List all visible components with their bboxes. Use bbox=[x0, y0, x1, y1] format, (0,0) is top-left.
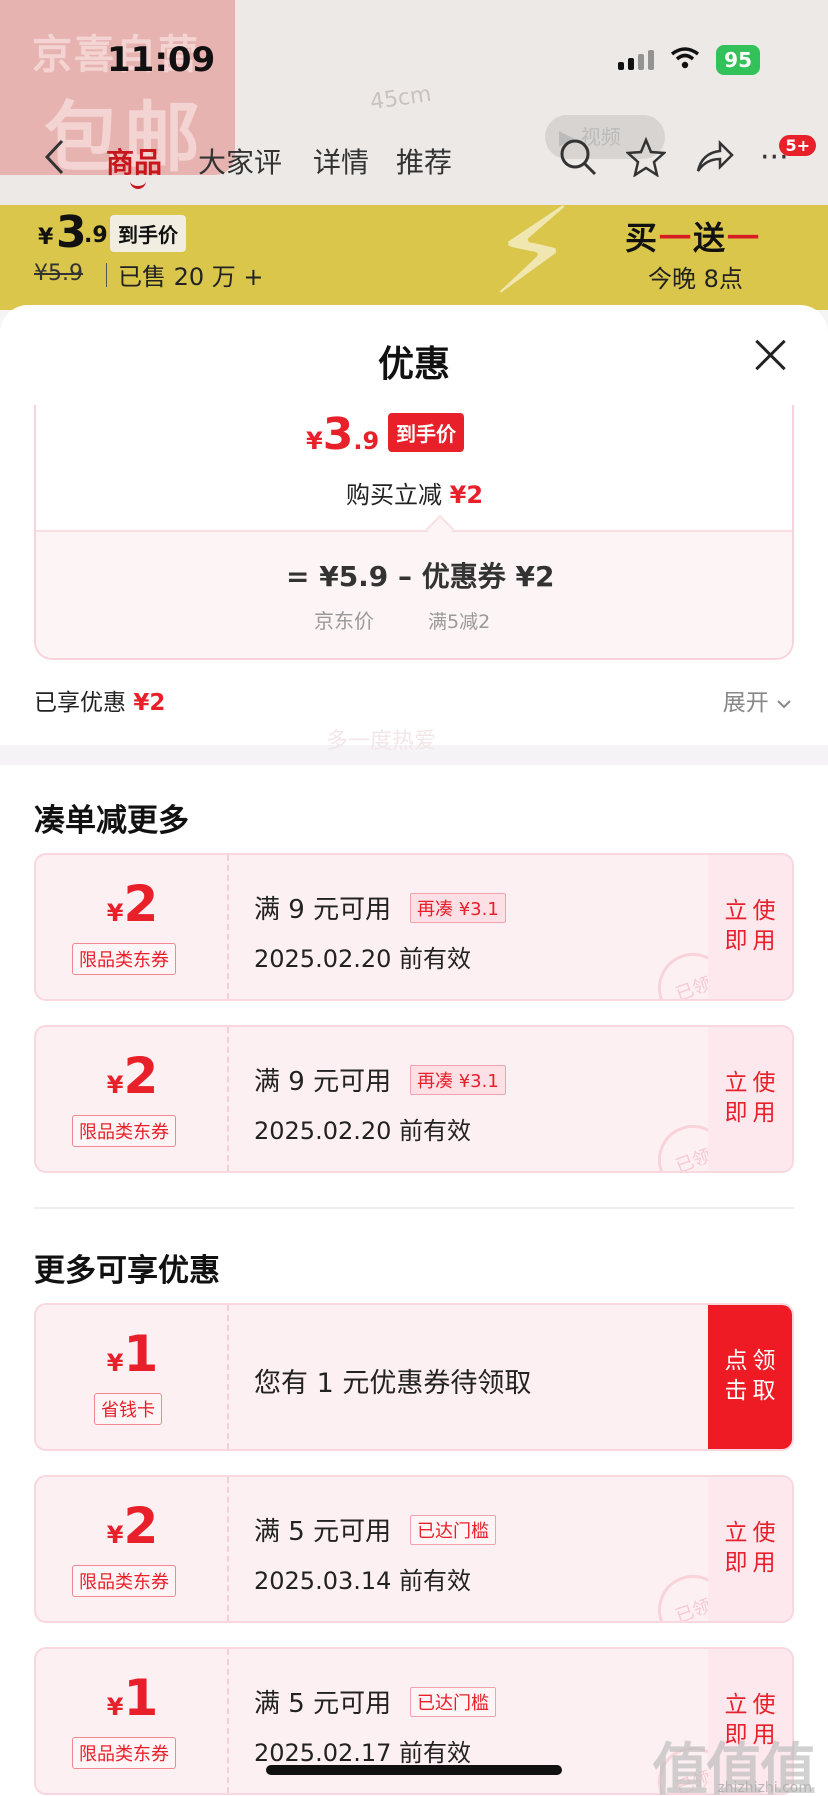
coupon-type-badge: 省钱卡 bbox=[94, 1393, 162, 1425]
coupon-expiry: 2025.02.20 前有效 bbox=[254, 1117, 472, 1145]
coupon-rule-label: 满5减2 bbox=[428, 611, 491, 633]
site-watermark-url: zhizhizhi.com bbox=[717, 1780, 812, 1796]
coupon-expiry: 2025.02.20 前有效 bbox=[254, 945, 472, 973]
watermark-text: 多一度热爱 bbox=[326, 729, 437, 754]
tab-reviews[interactable]: 大家评 bbox=[198, 141, 282, 181]
chevron-down-icon bbox=[776, 690, 792, 716]
use-now-button[interactable]: 立即 使用 bbox=[708, 855, 792, 999]
enjoyed-discount: 已享优惠 ¥2 bbox=[34, 690, 166, 716]
coupon-amount-panel: ¥2 限品类东券 bbox=[36, 855, 229, 999]
coupon-type-badge: 限品类东券 bbox=[72, 1737, 176, 1769]
promo-price-tag: 到手价 bbox=[110, 215, 186, 252]
jd-price-label: 京东价 bbox=[314, 609, 374, 633]
tab-product[interactable]: 商品 bbox=[106, 141, 162, 181]
coupon-condition: 满 5 元可用 bbox=[254, 1517, 392, 1547]
promo-bogo-title: 买一送一 bbox=[625, 219, 762, 257]
use-now-button[interactable]: 立即 使用 bbox=[708, 1027, 792, 1171]
tab-details[interactable]: 详情 bbox=[313, 141, 369, 181]
coupon-type-badge: 限品类东券 bbox=[72, 1115, 176, 1147]
coupon-condition: 满 9 元可用 bbox=[254, 895, 392, 925]
section-title-add-more: 凑单减更多 bbox=[34, 803, 189, 839]
coupon-card: ¥1 省钱卡 您有 1 元优惠券待领取 点击 领取 bbox=[34, 1303, 794, 1451]
coupon-amount-panel: ¥1 省钱卡 bbox=[36, 1305, 229, 1449]
coupon-card: ¥2 限品类东券 满 9 元可用 再凑 ¥3.1 2025.02.20 前有效 … bbox=[34, 1025, 794, 1173]
coupon-amount: ¥1 bbox=[106, 1669, 159, 1727]
use-now-button[interactable]: 立即 使用 bbox=[708, 1477, 792, 1621]
promo-price-dec: .9 bbox=[84, 223, 108, 248]
coupon-amount: ¥1 bbox=[106, 1325, 159, 1383]
coupon-type-badge: 限品类东券 bbox=[72, 1565, 176, 1597]
promo-bar: ⚡ ¥ 3 .9 到手价 ¥5.9 已售 20 万 + 买一送一 今晚 8点 bbox=[0, 193, 828, 310]
product-nav-bar: 商品 大家评 详情 推荐 ··· 5+ bbox=[0, 135, 828, 189]
section-title-more-offers: 更多可享优惠 bbox=[34, 1253, 220, 1289]
signal-icon bbox=[618, 50, 655, 70]
lightning-icon: ⚡ bbox=[490, 183, 575, 311]
coupon-chip: 已达门槛 bbox=[410, 1687, 496, 1717]
coupon-expiry: 2025.02.17 前有效 bbox=[254, 1739, 472, 1767]
coupon-chip: 再凑 ¥3.1 bbox=[410, 1065, 506, 1095]
discount-sheet: 优惠 ¥3.9 到手价 购买立减 ¥2 = ¥5.9 – 优惠券 ¥2 京东价 … bbox=[0, 305, 828, 1796]
more-badge: 5+ bbox=[779, 135, 816, 156]
status-time: 11:09 bbox=[107, 40, 216, 80]
coupon-card: ¥2 限品类东券 满 5 元可用 已达门槛 2025.03.14 前有效 已领 … bbox=[34, 1475, 794, 1623]
price-formula: = ¥5.9 – 优惠券 ¥2 bbox=[286, 560, 555, 593]
coupon-amount: ¥2 bbox=[106, 875, 159, 933]
direct-discount: 购买立减 ¥2 bbox=[346, 481, 484, 509]
coupon-amount-panel: ¥1 限品类东券 bbox=[36, 1649, 229, 1793]
coupon-chip: 已达门槛 bbox=[410, 1515, 496, 1545]
back-icon[interactable] bbox=[42, 137, 66, 184]
tab-recommend[interactable]: 推荐 bbox=[396, 141, 452, 181]
final-price: ¥3.9 bbox=[306, 409, 380, 460]
promo-price-int: 3 bbox=[56, 207, 87, 258]
price-calculation-card: ¥3.9 到手价 购买立减 ¥2 = ¥5.9 – 优惠券 ¥2 京东价 满5减… bbox=[34, 405, 794, 660]
coupon-card: ¥2 限品类东券 满 9 元可用 再凑 ¥3.1 2025.02.20 前有效 … bbox=[34, 853, 794, 1001]
promo-original-price: ¥5.9 bbox=[34, 261, 83, 286]
section-divider-thin bbox=[34, 1207, 794, 1209]
share-icon[interactable] bbox=[694, 137, 734, 183]
star-icon[interactable] bbox=[624, 136, 668, 183]
background-product-page: 京喜自营 包邮 45cm ▶ 视频 11:09 95 商品 大家评 详情 推荐 … bbox=[0, 0, 828, 310]
claim-button[interactable]: 点击 领取 bbox=[708, 1305, 792, 1449]
home-indicator bbox=[266, 1765, 562, 1775]
coupon-expiry: 2025.03.14 前有效 bbox=[254, 1567, 472, 1595]
coupon-type-badge: 限品类东券 bbox=[72, 943, 176, 975]
coupon-amount-panel: ¥2 限品类东券 bbox=[36, 1477, 229, 1621]
coupon-chip: 再凑 ¥3.1 bbox=[410, 893, 506, 923]
coupon-amount: ¥2 bbox=[106, 1047, 159, 1105]
battery-indicator: 95 bbox=[716, 45, 760, 75]
promo-separator bbox=[106, 263, 107, 287]
final-price-tag: 到手价 bbox=[388, 413, 464, 452]
close-icon[interactable] bbox=[750, 335, 790, 375]
coupon-pending-text: 您有 1 元优惠券待领取 bbox=[254, 1368, 532, 1399]
search-icon[interactable] bbox=[558, 137, 598, 183]
sheet-title: 优惠 bbox=[377, 344, 450, 385]
promo-yen: ¥ bbox=[38, 225, 54, 250]
promo-bogo-time: 今晚 8点 bbox=[648, 265, 743, 293]
expand-button[interactable]: 展开 bbox=[723, 683, 792, 717]
coupon-condition: 满 9 元可用 bbox=[254, 1067, 392, 1097]
wifi-icon bbox=[670, 46, 700, 75]
coupon-amount-panel: ¥2 限品类东券 bbox=[36, 1027, 229, 1171]
coupon-amount: ¥2 bbox=[106, 1497, 159, 1555]
coupon-condition: 满 5 元可用 bbox=[254, 1689, 392, 1719]
promo-sold-count: 已售 20 万 + bbox=[118, 263, 264, 291]
status-icons: 95 bbox=[618, 45, 760, 75]
